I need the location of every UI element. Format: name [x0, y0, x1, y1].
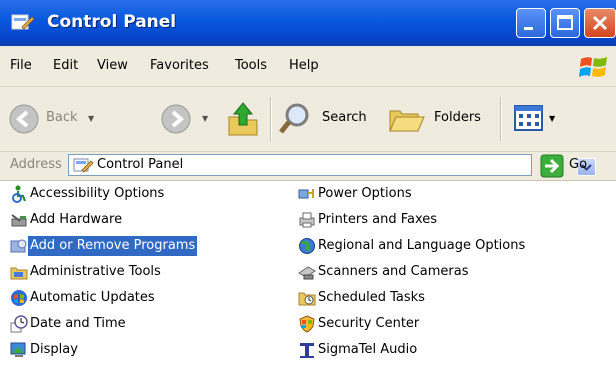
printers-faxes-icon	[299, 212, 315, 228]
item-date-and-time[interactable]: Date and Time	[10, 314, 250, 334]
menu-edit[interactable]: Edit	[53, 58, 78, 73]
back-button[interactable]: Back ▼	[8, 101, 98, 137]
windows-flag-icon	[579, 57, 607, 77]
automatic-updates-icon	[11, 290, 27, 306]
item-label: Power Options	[318, 186, 412, 201]
item-scanners-and-cameras[interactable]: Scanners and Cameras	[298, 262, 598, 282]
item-label: Add Hardware	[30, 212, 123, 227]
menu-favorites[interactable]: Favorites	[150, 58, 209, 73]
back-label: Back	[46, 110, 78, 125]
maximize-button[interactable]	[550, 8, 580, 38]
item-display[interactable]: Display	[10, 340, 250, 360]
item-security-center[interactable]: Security Center	[298, 314, 598, 334]
toolbar-separator	[500, 97, 502, 141]
menu-tools[interactable]: Tools	[235, 58, 267, 73]
back-dropdown-icon[interactable]: ▼	[88, 114, 94, 123]
maximize-icon	[557, 15, 573, 30]
views-button[interactable]: ▼	[513, 103, 563, 135]
item-automatic-updates[interactable]: Automatic Updates	[10, 288, 250, 308]
up-folder-button[interactable]	[226, 99, 260, 139]
item-label: Scanners and Cameras	[318, 264, 469, 279]
scheduled-tasks-icon	[298, 292, 316, 306]
back-arrow-icon	[9, 104, 39, 134]
date-time-icon	[10, 315, 28, 333]
item-label: Printers and Faxes	[318, 212, 438, 227]
item-printers-and-faxes[interactable]: Printers and Faxes	[298, 210, 598, 230]
item-regional-and-language-options[interactable]: Regional and Language Options	[298, 236, 598, 256]
search-button[interactable]: Search	[277, 101, 377, 137]
menu-help[interactable]: Help	[289, 58, 319, 73]
item-add-hardware[interactable]: Add Hardware	[10, 210, 250, 230]
views-icon	[514, 105, 543, 131]
address-field[interactable]: Control Panel	[68, 154, 596, 176]
menu-view[interactable]: View	[97, 58, 128, 73]
item-label: Security Center	[318, 316, 420, 331]
item-label: Automatic Updates	[30, 290, 155, 305]
item-add-or-remove-programs[interactable]: Add or Remove Programs	[10, 236, 250, 256]
search-label: Search	[322, 110, 367, 125]
title-bar[interactable]: Control Panel	[0, 0, 616, 46]
window-title: Control Panel	[47, 12, 177, 32]
regional-language-icon	[299, 238, 315, 254]
folders-icon	[389, 110, 425, 132]
display-icon	[10, 342, 26, 357]
control-panel-icon	[73, 158, 94, 173]
control-panel-icon	[11, 14, 35, 30]
control-panel-items: Accessibility Options Add Hardware Add o…	[0, 181, 616, 366]
item-label: Administrative Tools	[30, 264, 161, 279]
item-label: Date and Time	[30, 316, 126, 331]
toolbar-separator	[270, 97, 272, 141]
item-power-options[interactable]: Power Options	[298, 184, 598, 204]
item-scheduled-tasks[interactable]: Scheduled Tasks	[298, 288, 598, 308]
item-label: Display	[30, 342, 78, 357]
item-accessibility-options[interactable]: Accessibility Options	[10, 184, 250, 204]
item-administrative-tools[interactable]: Administrative Tools	[10, 262, 250, 282]
add-hardware-icon	[11, 214, 27, 227]
accessibility-icon	[12, 185, 27, 203]
toolbar: Back ▼ ▼ Search Folders ▼	[0, 87, 616, 152]
add-remove-programs-icon	[10, 239, 27, 253]
menu-bar: File Edit View Favorites Tools Help	[0, 46, 616, 87]
item-sigmatel-audio[interactable]: SigmaTel Audio	[298, 340, 598, 360]
item-label: Add or Remove Programs	[28, 236, 198, 256]
go-label: Go	[569, 157, 588, 172]
address-label: Address	[10, 157, 62, 172]
forward-button[interactable]: ▼	[160, 101, 214, 137]
sigmatel-audio-icon	[300, 343, 314, 358]
menu-file[interactable]: File	[10, 58, 32, 73]
administrative-tools-icon	[10, 267, 28, 280]
item-label: Scheduled Tasks	[318, 290, 425, 305]
security-center-icon	[299, 315, 315, 333]
search-icon	[279, 103, 309, 134]
address-value: Control Panel	[97, 157, 184, 172]
close-button[interactable]	[584, 8, 616, 38]
item-label: Regional and Language Options	[318, 238, 526, 253]
folders-button[interactable]: Folders	[388, 101, 488, 137]
views-dropdown-icon[interactable]: ▼	[549, 114, 555, 123]
scanners-cameras-icon	[298, 266, 316, 280]
close-icon	[592, 15, 608, 31]
forward-arrow-icon	[161, 104, 191, 134]
go-arrow-icon	[540, 154, 564, 178]
go-button[interactable]: Go	[540, 154, 594, 178]
address-bar: Address Control Panel Go	[0, 152, 616, 181]
minimize-icon	[524, 27, 533, 30]
control-panel-window: Control Panel File Edit View Favorites T…	[0, 0, 616, 366]
item-label: Accessibility Options	[30, 186, 165, 201]
power-options-icon	[298, 189, 314, 199]
up-folder-icon	[228, 102, 258, 136]
item-label: SigmaTel Audio	[318, 342, 418, 357]
minimize-button[interactable]	[516, 8, 546, 38]
forward-dropdown-icon[interactable]: ▼	[202, 114, 208, 123]
folders-label: Folders	[434, 110, 481, 125]
